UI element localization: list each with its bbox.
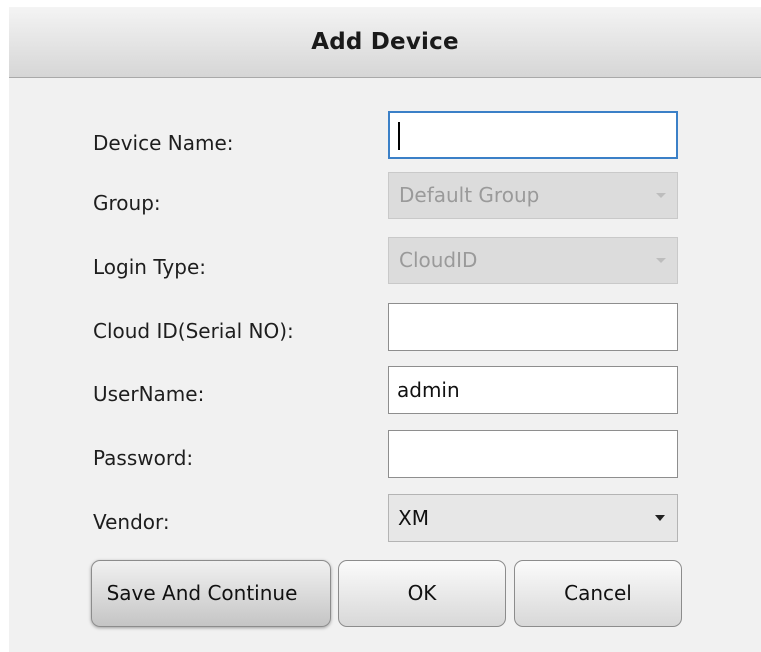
ok-button[interactable]: OK xyxy=(338,560,506,627)
chevron-down-icon xyxy=(656,258,666,263)
save-and-continue-label: Save And Continue xyxy=(106,581,298,605)
username-input[interactable]: admin xyxy=(388,366,678,414)
username-label: UserName: xyxy=(93,382,205,406)
dialog-titlebar[interactable]: Add Device xyxy=(9,7,761,78)
save-and-continue-button[interactable]: Save And Continue xyxy=(91,560,331,627)
text-caret xyxy=(398,122,400,150)
group-value: Default Group xyxy=(399,183,540,207)
vendor-label: Vendor: xyxy=(93,510,170,534)
add-device-dialog: Add Device Device Name: Group: Default G… xyxy=(9,7,761,652)
group-select: Default Group xyxy=(388,172,678,219)
group-label: Group: xyxy=(93,191,161,215)
vendor-value: XM xyxy=(398,506,429,530)
ok-label: OK xyxy=(407,581,437,605)
login-type-value: CloudID xyxy=(399,248,478,272)
cloud-id-label: Cloud ID(Serial NO): xyxy=(93,319,294,343)
dialog-title: Add Device xyxy=(311,29,459,55)
username-value: admin xyxy=(397,378,460,402)
password-input[interactable] xyxy=(388,430,678,478)
cancel-button[interactable]: Cancel xyxy=(514,560,682,627)
device-name-label: Device Name: xyxy=(93,131,234,155)
password-label: Password: xyxy=(93,446,194,470)
login-type-select: CloudID xyxy=(388,237,678,284)
chevron-down-icon xyxy=(655,515,665,521)
login-type-label: Login Type: xyxy=(93,255,206,279)
cancel-label: Cancel xyxy=(564,581,632,605)
device-name-input[interactable] xyxy=(388,111,678,159)
cloud-id-input[interactable] xyxy=(388,303,678,351)
vendor-select[interactable]: XM xyxy=(388,494,678,542)
chevron-down-icon xyxy=(656,193,666,198)
